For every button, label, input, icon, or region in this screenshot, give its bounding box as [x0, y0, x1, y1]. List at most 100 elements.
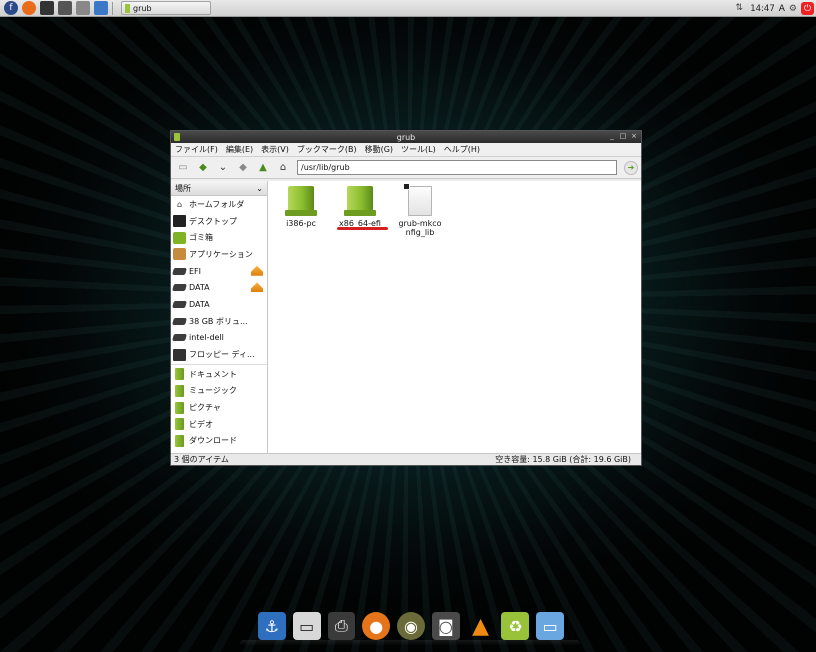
clock[interactable]: 14:47	[750, 4, 775, 14]
sidebar-item-home[interactable]: ⌂ ホームフォルダ	[171, 196, 267, 213]
folder-icon	[175, 368, 184, 381]
sidebar-item-intel-dell[interactable]: intel-dell	[171, 330, 267, 347]
sidebar-item-music[interactable]: ミュージック	[171, 383, 267, 400]
firefox-icon[interactable]	[22, 1, 36, 15]
sidebar-item-label: 38 GB ボリュ...	[189, 316, 248, 326]
sidebar-item-label: ビデオ	[189, 419, 213, 429]
menu-view[interactable]: 表示(V)	[261, 144, 289, 155]
sidebar-item-videos[interactable]: ビデオ	[171, 416, 267, 433]
file-item-i386-pc[interactable]: i386-pc	[271, 186, 331, 228]
taskbar-button-grub[interactable]: grub	[121, 1, 211, 15]
dropdown-icon[interactable]: ⌄	[215, 160, 231, 176]
drive-icon	[172, 300, 187, 308]
go-icon[interactable]: ➜	[624, 160, 638, 175]
sidebar-item-trash[interactable]: ゴミ箱	[171, 229, 267, 246]
network-icon[interactable]: ⇅	[732, 2, 746, 16]
menu-go[interactable]: 移動(G)	[365, 144, 393, 155]
sidebar-header[interactable]: 場所 ⌄	[171, 181, 267, 196]
sidebar-item-downloads[interactable]: ダウンロード	[171, 433, 267, 450]
input-method-indicator[interactable]: A	[779, 4, 785, 14]
item-count: 3 個のアイテム	[174, 455, 229, 464]
sidebar-item-label: ホームフォルダ	[189, 199, 245, 209]
menu-help[interactable]: ヘルプ(H)	[444, 144, 480, 155]
sidebar-item-label: EFI	[189, 266, 202, 276]
file-manager-window: grub _ □ × ファイル(F) 編集(E) 表示(V) ブックマーク(B)…	[170, 130, 642, 466]
sidebar-item-label: ドキュメント	[189, 369, 237, 379]
free-space: 空き容量: 15.8 GiB (合計: 19.6 GiB)	[495, 455, 631, 464]
sidebar-item-label: ピクチャ	[189, 403, 221, 413]
file-item-x86_64-efi[interactable]: x86_64-efi	[330, 186, 390, 228]
sidebar-item-efi[interactable]: EFI	[171, 263, 267, 280]
app-icon	[174, 133, 180, 141]
folder-icon	[125, 3, 130, 13]
menu-file[interactable]: ファイル(F)	[175, 144, 218, 155]
minimize-button[interactable]: _	[608, 132, 616, 141]
forward-icon[interactable]: ◆	[235, 160, 251, 176]
sidebar-item-data[interactable]: DATA	[171, 279, 267, 296]
sidebar-item-38gb-volume[interactable]: 38 GB ボリュ...	[171, 313, 267, 330]
computer-icon[interactable]: ▭	[536, 612, 565, 640]
menubar: ファイル(F) 編集(E) 表示(V) ブックマーク(B) 移動(G) ツール(…	[171, 143, 641, 157]
anchor-icon[interactable]: ⚓	[258, 612, 286, 640]
eject-icon[interactable]	[251, 265, 263, 276]
disc-icon[interactable]: ◉	[397, 612, 425, 640]
chevron-down-icon[interactable]: ⌄	[256, 184, 263, 193]
screen-icon[interactable]	[76, 1, 90, 15]
sidebar-item-label: ゴミ箱	[189, 233, 213, 243]
menu-bookmarks[interactable]: ブックマーク(B)	[297, 144, 357, 155]
close-button[interactable]: ×	[630, 132, 638, 141]
fedora-icon[interactable]: f	[4, 1, 18, 15]
settings-icon[interactable]: ⚙	[789, 4, 797, 14]
vlc-icon[interactable]: ▲	[467, 612, 495, 640]
power-icon[interactable]: ⏻	[801, 2, 814, 15]
drive-icon	[172, 334, 187, 342]
home-icon: ⌂	[176, 199, 183, 209]
folder-icon	[175, 384, 184, 397]
firefox-icon[interactable]: ●	[362, 612, 391, 640]
floppy-icon	[173, 348, 186, 361]
file-label: i386-pc	[286, 219, 316, 228]
menu-edit[interactable]: 編集(E)	[226, 144, 253, 155]
sidebar-item-floppy[interactable]: フロッピー ディ...	[171, 346, 267, 363]
sidebar-item-label: ダウンロード	[189, 436, 237, 446]
file-item-grub-mkconfig_lib[interactable]: grub-mkconfig_lib	[390, 183, 450, 237]
folder-icon	[344, 186, 376, 216]
link-badge-icon	[403, 183, 410, 190]
sidebar-item-pictures[interactable]: ピクチャ	[171, 399, 267, 416]
monitor-icon[interactable]: ▭	[292, 612, 321, 640]
drive-icon	[172, 267, 187, 275]
sidebar-item-label: DATA	[189, 299, 210, 309]
sidebar-item-documents[interactable]: ドキュメント	[171, 366, 267, 383]
menu-tools[interactable]: ツール(L)	[401, 144, 436, 155]
document-icon	[403, 183, 432, 216]
dock: ⚓ ▭ ⎙ ● ◉ ◙ ▲ ♻ ▭	[254, 612, 565, 650]
sidebar-item-label: intel-dell	[189, 333, 224, 343]
window-title: grub	[396, 132, 416, 142]
sidebar-item-label: フロッピー ディ...	[189, 350, 255, 360]
back-icon[interactable]: ◆	[195, 160, 211, 176]
drive-icon	[172, 317, 187, 325]
location-input[interactable]	[297, 160, 617, 175]
terminal-icon[interactable]	[40, 1, 54, 15]
sidebar: 場所 ⌄ ⌂ ホームフォルダ デスクトップ ゴミ箱 アプリケーション EFI D…	[171, 181, 268, 453]
window-titlebar[interactable]: grub _ □ ×	[171, 131, 641, 143]
maximize-button[interactable]: □	[619, 132, 627, 141]
drive-icon	[172, 284, 187, 292]
sidebar-item-data-2[interactable]: DATA	[171, 296, 267, 313]
home-icon[interactable]: ⌂	[275, 160, 291, 176]
trash-icon[interactable]: ♻	[501, 612, 530, 640]
folder-icon	[175, 418, 184, 431]
sidebar-item-desktop[interactable]: デスクトップ	[171, 213, 267, 230]
eject-icon[interactable]	[251, 282, 263, 293]
new-tab-icon[interactable]: ▭	[175, 160, 191, 176]
folder-icon	[175, 401, 184, 414]
printer-icon[interactable]: ⎙	[327, 612, 356, 640]
sidebar-item-applications[interactable]: アプリケーション	[171, 246, 267, 263]
window-icon[interactable]	[94, 1, 108, 15]
sidebar-divider	[171, 363, 267, 365]
up-icon[interactable]: ▲	[255, 160, 271, 176]
camera-icon[interactable]: ◙	[431, 612, 460, 640]
file-view: i386-pc x86_64-efi grub-mkconfig_lib	[268, 181, 641, 453]
top-panel: f grub ⇅ 14:47 A ⚙ ⏻	[0, 0, 816, 17]
monitor-icon[interactable]	[58, 1, 72, 15]
